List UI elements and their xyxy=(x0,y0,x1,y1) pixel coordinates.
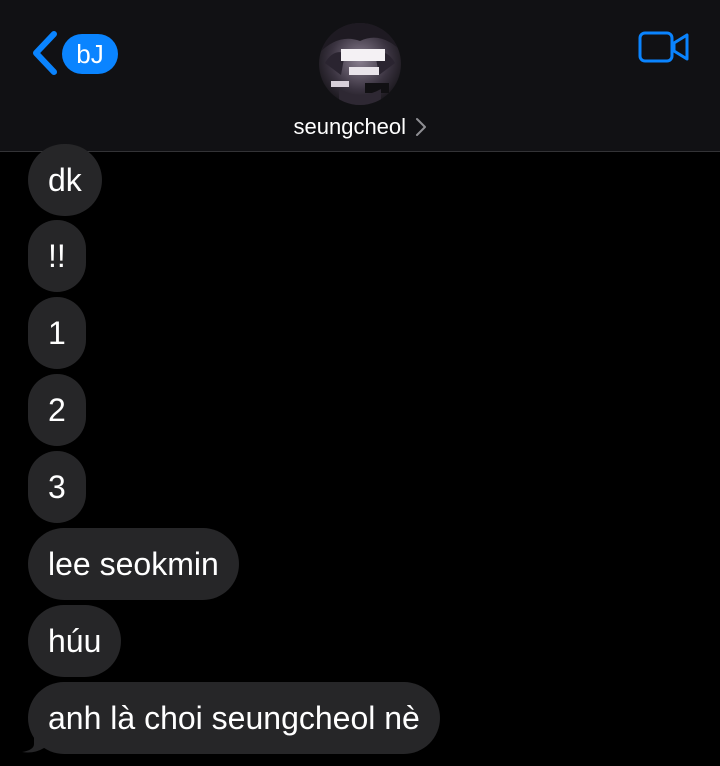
contact-name: seungcheol xyxy=(293,114,407,139)
message-bubble[interactable]: !! xyxy=(28,220,86,292)
back-chevron-icon[interactable] xyxy=(30,30,60,76)
video-call-icon[interactable] xyxy=(638,30,690,64)
message-bubble[interactable]: anh là choi seungcheol nè xyxy=(28,682,440,754)
message-bubble[interactable]: húu xyxy=(28,605,122,677)
chevron-right-icon xyxy=(415,118,426,136)
message-bubble[interactable]: 1 xyxy=(28,297,86,369)
message-list[interactable]: dk !! 1 2 3 lee seokmin húu anh là choi … xyxy=(0,144,720,766)
conversation-header: bJ seungcheol xyxy=(0,0,720,152)
unread-badge[interactable]: bJ xyxy=(62,34,118,74)
contact-name-button[interactable]: seungcheol xyxy=(0,114,720,146)
message-bubble[interactable]: 3 xyxy=(28,451,86,523)
message-bubble[interactable]: dk xyxy=(28,144,102,216)
contact-avatar[interactable] xyxy=(319,23,401,105)
message-bubble[interactable]: lee seokmin xyxy=(28,528,239,600)
bubble-tail-icon xyxy=(22,730,44,753)
message-bubble[interactable]: 2 xyxy=(28,374,86,446)
